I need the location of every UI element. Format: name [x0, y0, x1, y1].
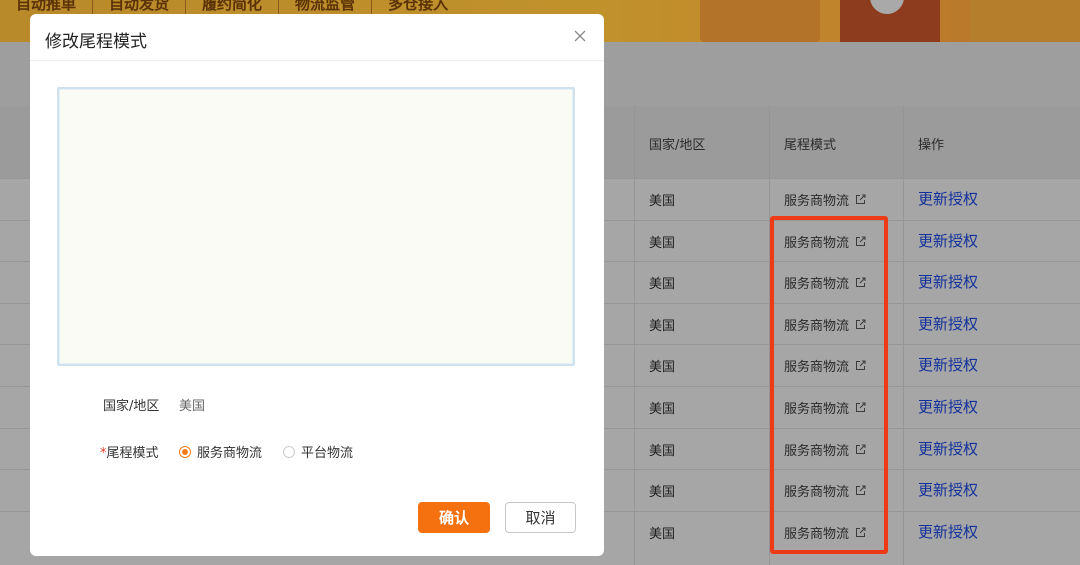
radio-label: 平台物流	[301, 446, 354, 461]
dialog-title: 修改尾程模式	[45, 32, 147, 52]
top-nav-item[interactable]: 自动推单	[0, 0, 94, 14]
column-header-action: 操作	[918, 138, 945, 153]
cell-country: 美国	[649, 277, 676, 292]
radio-platform-logistics[interactable]: 平台物流	[283, 442, 353, 461]
top-nav-item[interactable]: 履约简化	[186, 0, 280, 14]
mode-label-text: 尾程模式	[106, 446, 159, 461]
country-label: 国家/地区	[103, 399, 160, 414]
update-auth-link[interactable]: 更新授权	[918, 354, 978, 375]
update-auth-link[interactable]: 更新授权	[918, 230, 978, 251]
column-header-country: 国家/地区	[649, 138, 706, 153]
cell-country: 美国	[649, 402, 676, 417]
banner-decoration	[700, 0, 820, 42]
top-nav-item[interactable]: 物流监管	[279, 0, 373, 14]
mode-label: *尾程模式	[100, 442, 159, 461]
top-nav-item[interactable]: 自动发货	[93, 0, 187, 14]
external-edit-icon[interactable]	[855, 194, 866, 205]
cell-country: 美国	[649, 319, 676, 334]
update-auth-link[interactable]: 更新授权	[918, 271, 978, 292]
content-textarea[interactable]	[57, 87, 575, 366]
close-icon[interactable]	[573, 29, 587, 43]
cell-country: 美国	[649, 236, 676, 251]
cell-country: 美国	[649, 444, 676, 459]
highlight-annotation-box	[770, 216, 888, 554]
cell-country: 美国	[649, 485, 676, 500]
column-header-mode: 尾程模式	[784, 138, 837, 153]
radio-provider-logistics[interactable]: 服务商物流	[179, 442, 262, 461]
cell-country: 美国	[649, 194, 676, 209]
country-value: 美国	[179, 399, 206, 414]
cell-mode: 服务商物流	[784, 190, 866, 209]
update-auth-link[interactable]: 更新授权	[918, 313, 978, 334]
cell-country: 美国	[649, 527, 676, 542]
cell-country: 美国	[649, 360, 676, 375]
radio-checked-icon	[179, 445, 191, 458]
cancel-button[interactable]: 取消	[505, 502, 576, 533]
update-auth-link[interactable]: 更新授权	[918, 188, 978, 209]
update-auth-link[interactable]: 更新授权	[918, 521, 978, 542]
edit-mode-dialog: 修改尾程模式 国家/地区 美国 *尾程模式 服务商物流 平台物流 确认 取消	[30, 14, 604, 556]
top-nav-item[interactable]: 多仓接入	[372, 0, 464, 14]
radio-label: 服务商物流	[197, 446, 263, 461]
update-auth-link[interactable]: 更新授权	[918, 396, 978, 417]
banner-decoration	[970, 0, 1080, 42]
dialog-header: 修改尾程模式	[30, 14, 604, 61]
radio-unchecked-icon	[283, 445, 295, 458]
cell-mode-text: 服务商物流	[784, 194, 850, 209]
top-nav: 自动推单 自动发货 履约简化 物流监管 多仓接入	[0, 0, 464, 14]
update-auth-link[interactable]: 更新授权	[918, 438, 978, 459]
confirm-button[interactable]: 确认	[418, 502, 490, 533]
update-auth-link[interactable]: 更新授权	[918, 479, 978, 500]
